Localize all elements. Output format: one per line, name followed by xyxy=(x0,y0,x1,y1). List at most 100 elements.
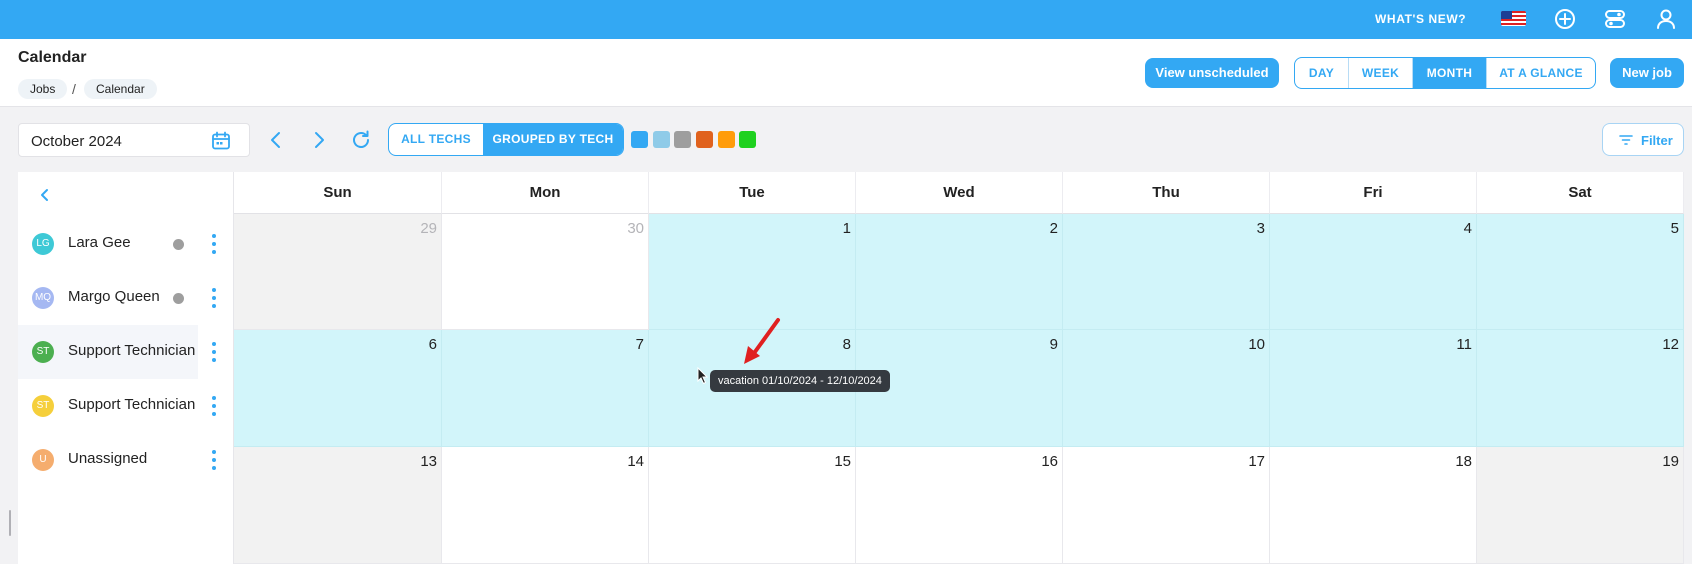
us-flag-icon[interactable] xyxy=(1501,11,1526,26)
page-header: Calendar Jobs / Calendar View unschedule… xyxy=(0,39,1692,107)
color-swatch[interactable] xyxy=(718,131,735,148)
breadcrumb-separator: / xyxy=(72,81,76,97)
tech-row-support-technician-1[interactable]: ST Support Technician xyxy=(18,325,234,379)
previous-month-icon[interactable] xyxy=(265,129,287,151)
breadcrumb-jobs[interactable]: Jobs xyxy=(18,79,68,99)
settings-toggle-icon[interactable] xyxy=(1604,8,1626,30)
day-number: 19 xyxy=(1662,453,1679,470)
view-day-button[interactable]: DAY xyxy=(1295,58,1349,88)
whats-new-link[interactable]: WHAT'S NEW? xyxy=(1375,12,1466,26)
view-at-a-glance-button[interactable]: AT A GLANCE xyxy=(1487,58,1595,88)
view-unscheduled-button[interactable]: View unscheduled xyxy=(1145,58,1279,88)
grouped-by-tech-button[interactable]: GROUPED BY TECH xyxy=(483,124,623,155)
day-number: 7 xyxy=(635,336,644,353)
tech-name: Support Technician xyxy=(68,396,196,413)
day-number: 16 xyxy=(1041,453,1058,470)
day-cell-vacation[interactable]: 5 xyxy=(1477,214,1684,330)
day-number: 29 xyxy=(420,220,437,237)
day-cell-vacation[interactable]: 11 xyxy=(1270,330,1477,447)
day-number: 12 xyxy=(1662,336,1679,353)
next-month-icon[interactable] xyxy=(308,129,330,151)
filter-label: Filter xyxy=(1641,133,1673,148)
day-number: 4 xyxy=(1463,220,1472,237)
day-cell[interactable]: 16 xyxy=(856,447,1063,564)
day-cell[interactable]: 29 xyxy=(234,214,442,330)
page-title: Calendar xyxy=(18,49,87,66)
day-number: 1 xyxy=(842,220,851,237)
day-number: 2 xyxy=(1049,220,1058,237)
view-month-button[interactable]: MONTH xyxy=(1413,58,1487,88)
day-cell-vacation[interactable]: 2 xyxy=(856,214,1063,330)
tech-row-unassigned[interactable]: U Unassigned xyxy=(18,433,234,487)
red-arrow-icon xyxy=(744,318,780,364)
color-swatch[interactable] xyxy=(674,131,691,148)
tech-mode-group: ALL TECHS GROUPED BY TECH xyxy=(388,123,624,156)
user-icon[interactable] xyxy=(1655,8,1677,30)
refresh-icon[interactable] xyxy=(350,129,372,151)
more-options-icon[interactable] xyxy=(211,449,217,471)
filter-icon xyxy=(1619,135,1633,145)
breadcrumb-calendar[interactable]: Calendar xyxy=(84,79,157,99)
tech-row-margo-queen[interactable]: MQ Margo Queen xyxy=(18,271,234,325)
day-header-thu: Thu xyxy=(1063,172,1270,214)
more-options-icon[interactable] xyxy=(211,341,217,363)
vacation-tooltip: vacation 01/10/2024 - 12/10/2024 xyxy=(710,370,890,392)
color-swatch[interactable] xyxy=(653,131,670,148)
tech-name: Support Technician xyxy=(68,342,196,359)
day-cell-vacation[interactable]: 10 xyxy=(1063,330,1270,447)
day-cell[interactable]: 19 xyxy=(1477,447,1684,564)
day-cell-vacation[interactable]: 6 xyxy=(234,330,442,447)
day-header-wed: Wed xyxy=(856,172,1063,214)
add-circle-icon[interactable] xyxy=(1554,8,1576,30)
day-header-mon: Mon xyxy=(442,172,649,214)
top-bar: WHAT'S NEW? xyxy=(0,0,1692,39)
day-number: 30 xyxy=(627,220,644,237)
day-cell[interactable]: 18 xyxy=(1270,447,1477,564)
day-cell[interactable]: 17 xyxy=(1063,447,1270,564)
day-number: 5 xyxy=(1670,220,1679,237)
day-cell[interactable]: 30 xyxy=(442,214,649,330)
resize-handle[interactable] xyxy=(9,510,11,536)
day-number: 9 xyxy=(1049,336,1058,353)
day-cell-vacation[interactable]: 4 xyxy=(1270,214,1477,330)
more-options-icon[interactable] xyxy=(211,233,217,255)
day-header-tue: Tue xyxy=(649,172,856,214)
day-number: 17 xyxy=(1248,453,1265,470)
day-number: 11 xyxy=(1456,336,1472,353)
filter-button[interactable]: Filter xyxy=(1602,123,1684,156)
month-calendar: Sun Mon Tue Wed Thu Fri Sat 29 30 1 2 3 … xyxy=(234,172,1684,564)
all-techs-button[interactable]: ALL TECHS xyxy=(389,124,483,155)
day-cell[interactable]: 15 xyxy=(649,447,856,564)
tech-sidebar: LG Lara Gee MQ Margo Queen ST Support Te… xyxy=(18,172,234,564)
color-swatch[interactable] xyxy=(696,131,713,148)
tech-row-lara-gee[interactable]: LG Lara Gee xyxy=(18,217,234,271)
day-number: 18 xyxy=(1455,453,1472,470)
day-header-fri: Fri xyxy=(1270,172,1477,214)
calendar-icon[interactable] xyxy=(211,131,231,151)
day-number: 3 xyxy=(1256,220,1265,237)
day-cell-vacation[interactable]: 3 xyxy=(1063,214,1270,330)
day-cell[interactable]: 13 xyxy=(234,447,442,564)
more-options-icon[interactable] xyxy=(211,287,217,309)
month-picker[interactable]: October 2024 xyxy=(18,123,250,157)
day-number: 13 xyxy=(420,453,437,470)
collapse-sidebar-icon[interactable] xyxy=(36,186,54,204)
color-swatch[interactable] xyxy=(631,131,648,148)
day-number: 14 xyxy=(627,453,644,470)
new-job-button[interactable]: New job xyxy=(1610,58,1684,88)
day-number: 6 xyxy=(428,336,437,353)
avatar: ST xyxy=(32,395,54,417)
day-number: 10 xyxy=(1248,336,1265,353)
avatar: MQ xyxy=(32,287,54,309)
day-cell-vacation[interactable]: 12 xyxy=(1477,330,1684,447)
day-cell[interactable]: 14 xyxy=(442,447,649,564)
tech-row-support-technician-2[interactable]: ST Support Technician xyxy=(18,379,234,433)
status-dot xyxy=(173,293,184,304)
day-cell-vacation[interactable]: 1 xyxy=(649,214,856,330)
color-swatch[interactable] xyxy=(739,131,756,148)
more-options-icon[interactable] xyxy=(211,395,217,417)
view-week-button[interactable]: WEEK xyxy=(1349,58,1413,88)
avatar: LG xyxy=(32,233,54,255)
day-cell-vacation[interactable]: 7 xyxy=(442,330,649,447)
avatar: U xyxy=(32,449,54,471)
